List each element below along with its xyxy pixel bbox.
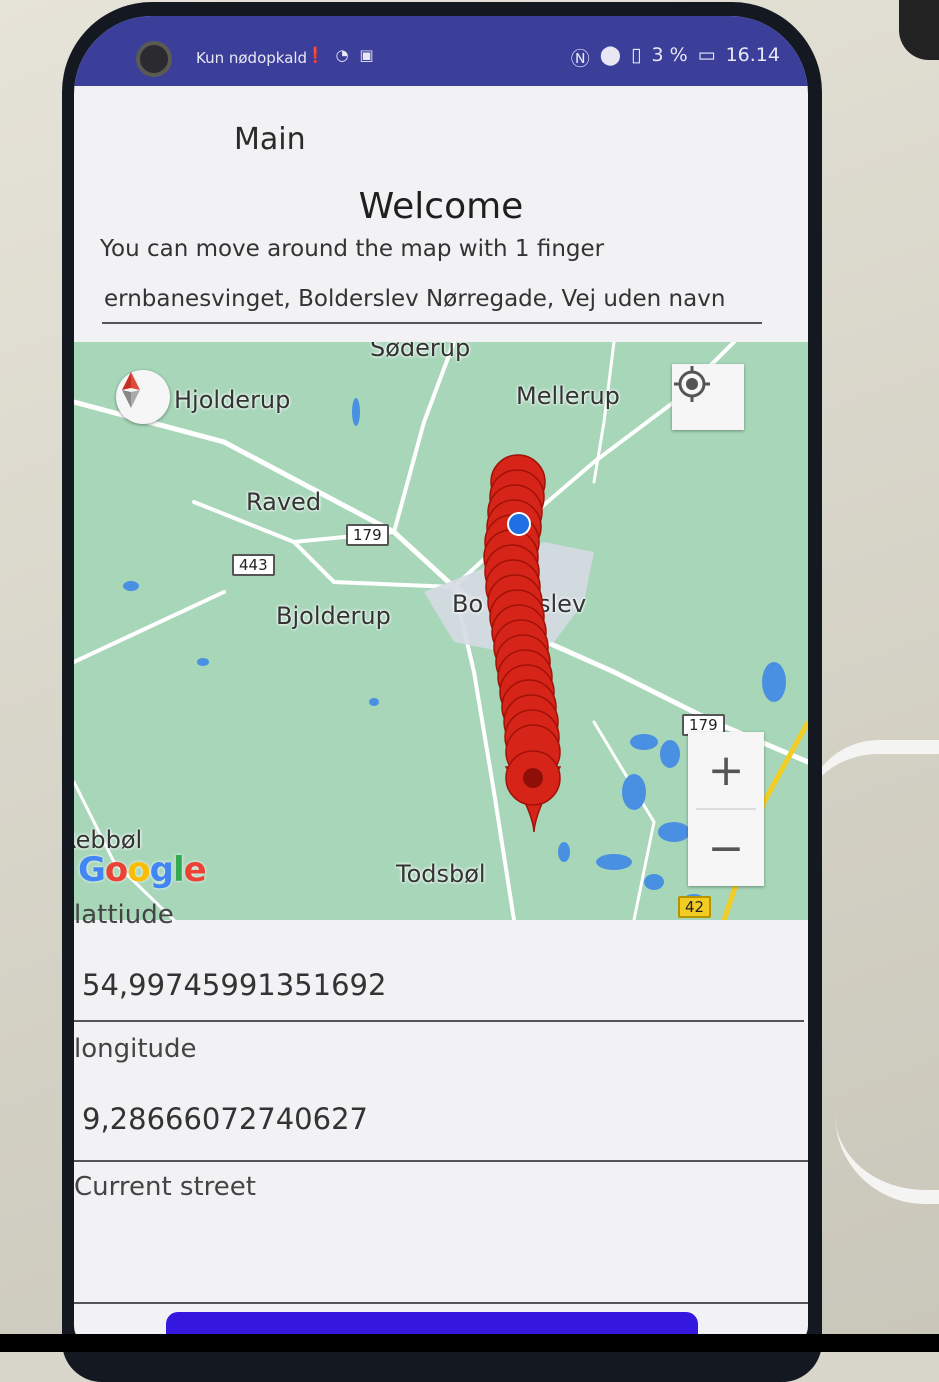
address-value: ernbanesvinget, Bolderslev Nørregade, Ve… (104, 286, 726, 312)
notification-icons: ❗ ◔ ▣ (306, 46, 377, 64)
street-input[interactable] (74, 1226, 808, 1306)
wifi-icon: ◔ (335, 46, 352, 64)
battery-percent: 3 % (651, 44, 688, 66)
street-label: Current street (74, 1172, 256, 1202)
carrier-label: Kun nødopkald (196, 49, 308, 67)
zoom-in-button[interactable]: + (688, 732, 764, 808)
instruction-text: You can move around the map with 1 finge… (100, 236, 605, 262)
compass-icon (122, 372, 140, 408)
screen: Kun nødopkald ❗ ◔ ▣ Ⓝ ⬤ ▯ 3 % ▭ 16.14 Ma… (74, 16, 808, 1346)
welcome-heading: Welcome (358, 186, 524, 227)
compass-button[interactable] (116, 370, 170, 424)
bottom-bar (0, 1334, 939, 1352)
zoom-out-button[interactable]: − (688, 810, 764, 886)
latitude-underline (74, 1020, 804, 1022)
longitude-label: longitude (74, 1034, 197, 1064)
latitude-label: lattiude (74, 900, 174, 930)
phone: Kun nødopkald ❗ ◔ ▣ Ⓝ ⬤ ▯ 3 % ▭ 16.14 Ma… (62, 2, 822, 1382)
alert-icon: ❗ (306, 46, 328, 64)
street-underline (74, 1302, 808, 1304)
my-location-button[interactable] (672, 364, 744, 430)
vibrate-icon: ▯ (630, 44, 642, 66)
app-title: Main (234, 122, 306, 157)
my-location-icon (674, 366, 710, 402)
nfc-icon: Ⓝ (570, 48, 590, 70)
front-camera (136, 41, 172, 77)
cable (835, 930, 939, 1204)
clock: 16.14 (725, 44, 780, 66)
latitude-value: 54,99745991351692 (82, 968, 387, 1002)
status-right: Ⓝ ⬤ ▯ 3 % ▭ 16.14 (571, 44, 780, 71)
longitude-underline (74, 1160, 808, 1162)
latitude-input[interactable]: 54,99745991351692 (74, 956, 804, 1026)
battery-icon: ▭ (697, 44, 716, 66)
longitude-input[interactable]: 9,28666072740627 (74, 1090, 808, 1166)
zoom-controls: + − (688, 732, 764, 886)
address-input[interactable]: ernbanesvinget, Bolderslev Nørregade, Ve… (102, 278, 762, 324)
longitude-value: 9,28666072740627 (82, 1102, 368, 1136)
status-bar: Kun nødopkald ❗ ◔ ▣ Ⓝ ⬤ ▯ 3 % ▭ 16.14 (74, 16, 808, 86)
google-logo: Google (78, 850, 207, 890)
location-icon: ⬤ (599, 44, 621, 66)
app-notification-icon: ▣ (359, 46, 377, 64)
map-view[interactable]: Søderup Hjolderup Mellerup Raved Bjolder… (74, 342, 808, 920)
